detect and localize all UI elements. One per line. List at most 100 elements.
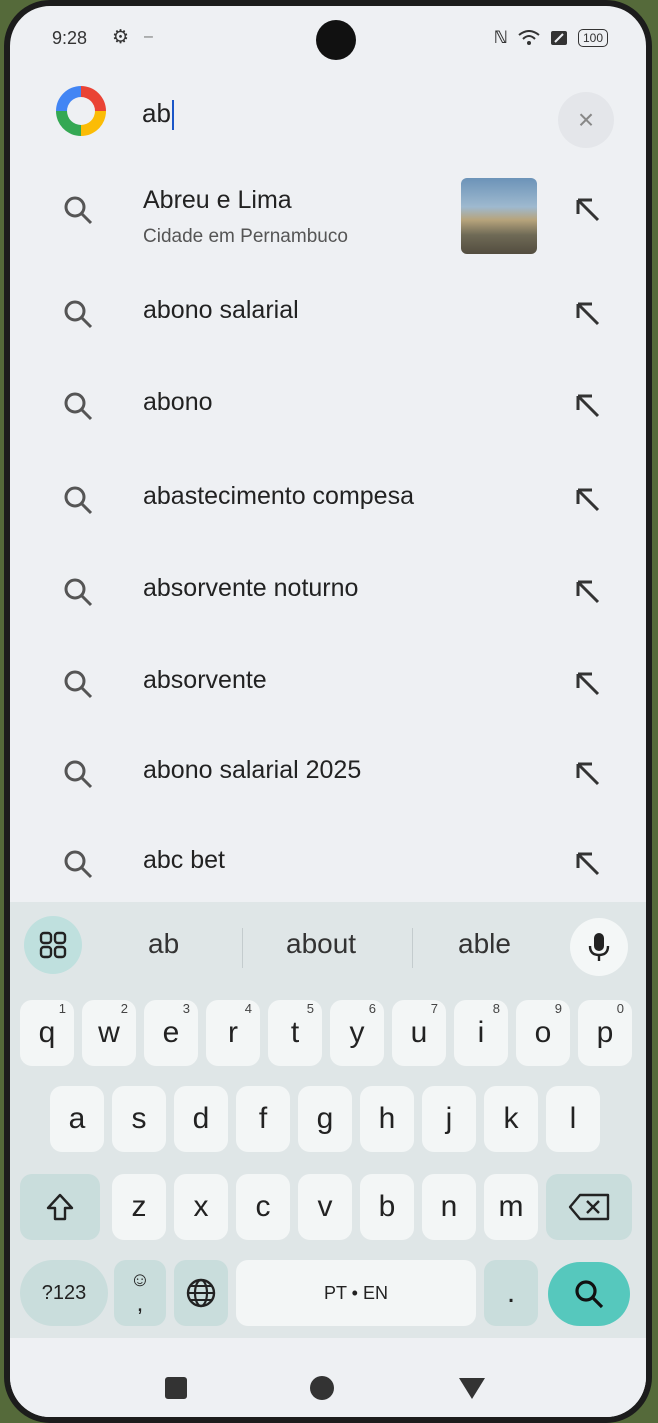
key-o[interactable]: o9 xyxy=(516,1000,570,1066)
search-icon xyxy=(64,850,93,879)
shift-key[interactable] xyxy=(20,1174,100,1240)
period-key[interactable]: . xyxy=(484,1260,538,1326)
fill-query-arrow-icon[interactable] xyxy=(570,756,604,790)
fill-query-arrow-icon[interactable] xyxy=(570,846,604,880)
search-bar: ab × xyxy=(10,80,646,150)
google-logo[interactable] xyxy=(56,86,106,136)
search-icon xyxy=(575,1280,604,1309)
key-q[interactable]: q1 xyxy=(20,1000,74,1066)
key-m[interactable]: m xyxy=(484,1174,538,1240)
key-g[interactable]: g xyxy=(298,1086,352,1152)
suggestion-label: Abreu e Lima xyxy=(143,186,292,214)
word-suggestion[interactable]: about xyxy=(286,928,356,960)
wifi-icon xyxy=(518,30,540,45)
fill-query-arrow-icon[interactable] xyxy=(570,388,604,422)
recents-icon xyxy=(165,1377,187,1399)
key-k[interactable]: k xyxy=(484,1086,538,1152)
key-s[interactable]: s xyxy=(112,1086,166,1152)
back-icon xyxy=(459,1378,485,1399)
home-icon xyxy=(310,1376,334,1400)
key-u[interactable]: u7 xyxy=(392,1000,446,1066)
search-icon xyxy=(64,670,93,699)
suggestion-sublabel: Cidade em Pernambuco xyxy=(143,226,348,247)
fill-query-arrow-icon[interactable] xyxy=(570,482,604,516)
emoji-icon: ☺ xyxy=(129,1269,151,1291)
fill-query-arrow-icon[interactable] xyxy=(570,666,604,700)
apps-grid-icon[interactable] xyxy=(24,916,82,974)
key-t[interactable]: t5 xyxy=(268,1000,322,1066)
suggestion-label: absorvente noturno xyxy=(143,574,359,602)
key-j[interactable]: j xyxy=(422,1086,476,1152)
suggestion-label: abono salarial xyxy=(143,296,299,324)
search-icon xyxy=(64,392,93,421)
key-b[interactable]: b xyxy=(360,1174,414,1240)
navigation-bar xyxy=(10,1338,646,1417)
suggestion-label: abc bet xyxy=(143,846,226,874)
status-bar: 9:28 ⚙ – ℕ 100 xyxy=(10,6,646,76)
microphone-icon[interactable] xyxy=(570,918,628,976)
sim-icon xyxy=(550,31,567,45)
key-d[interactable]: d xyxy=(174,1086,228,1152)
search-input[interactable]: ab xyxy=(142,98,174,131)
key-r[interactable]: r4 xyxy=(206,1000,260,1066)
clear-search-button[interactable]: × xyxy=(558,92,614,148)
suggestion-item[interactable]: abastecimento compesa xyxy=(10,456,646,542)
status-time: 9:28 xyxy=(52,28,88,48)
suggestion-item[interactable]: absorvente noturno xyxy=(10,548,646,634)
keyboard-suggestion-strip: ab about able xyxy=(10,902,646,988)
fill-query-arrow-icon[interactable] xyxy=(570,192,604,226)
suggestion-item[interactable]: absorvente xyxy=(10,640,646,726)
search-icon xyxy=(64,300,93,329)
key-y[interactable]: y6 xyxy=(330,1000,384,1066)
key-e[interactable]: e3 xyxy=(144,1000,198,1066)
suggestion-item[interactable]: Abreu e Lima Cidade em Pernambuco xyxy=(10,166,646,252)
suggestion-label: abono xyxy=(143,388,213,416)
divider xyxy=(412,928,413,968)
gear-icon: ⚙ xyxy=(112,27,130,48)
fill-query-arrow-icon[interactable] xyxy=(570,296,604,330)
comma-label: , xyxy=(136,1290,144,1317)
phone-screen: 9:28 ⚙ – ℕ 100 ab × Abreu e Lima Cidade … xyxy=(4,0,652,1423)
symbols-key[interactable]: ?123 xyxy=(20,1260,108,1326)
home-button[interactable] xyxy=(302,1368,342,1408)
suggestion-item[interactable]: abono salarial 2025 xyxy=(10,730,646,816)
suggestion-item[interactable]: abc bet xyxy=(10,820,646,906)
shift-icon xyxy=(46,1193,74,1221)
key-a[interactable]: a xyxy=(50,1086,104,1152)
key-n[interactable]: n xyxy=(422,1174,476,1240)
globe-icon xyxy=(186,1278,216,1308)
suggestion-label: abono salarial 2025 xyxy=(143,756,362,784)
key-f[interactable]: f xyxy=(236,1086,290,1152)
key-p[interactable]: p0 xyxy=(578,1000,632,1066)
suggestion-item[interactable]: abono salarial xyxy=(10,270,646,356)
key-i[interactable]: i8 xyxy=(454,1000,508,1066)
search-icon xyxy=(64,196,93,225)
back-button[interactable] xyxy=(452,1368,492,1408)
language-key[interactable] xyxy=(174,1260,228,1326)
space-key[interactable]: PT • EN xyxy=(236,1260,476,1326)
key-h[interactable]: h xyxy=(360,1086,414,1152)
close-icon: × xyxy=(577,104,595,135)
recents-button[interactable] xyxy=(156,1368,196,1408)
word-suggestion[interactable]: able xyxy=(458,928,511,960)
key-l[interactable]: l xyxy=(546,1086,600,1152)
search-enter-key[interactable] xyxy=(548,1262,630,1326)
key-c[interactable]: c xyxy=(236,1174,290,1240)
backspace-key[interactable] xyxy=(546,1174,632,1240)
search-query: ab xyxy=(142,98,171,128)
search-icon xyxy=(64,760,93,789)
dash-icon: – xyxy=(144,28,153,45)
front-camera xyxy=(316,20,356,60)
word-suggestion[interactable]: ab xyxy=(148,928,179,960)
nfc-icon: ℕ xyxy=(493,28,508,47)
text-cursor xyxy=(171,100,174,131)
fill-query-arrow-icon[interactable] xyxy=(570,574,604,608)
suggestion-item[interactable]: abono xyxy=(10,362,646,448)
key-w[interactable]: w2 xyxy=(82,1000,136,1066)
key-v[interactable]: v xyxy=(298,1174,352,1240)
emoji-comma-key[interactable]: ☺ , xyxy=(114,1260,166,1326)
backspace-icon xyxy=(568,1193,610,1221)
key-z[interactable]: z xyxy=(112,1174,166,1240)
keyboard: ab about able q1 w2 e3 r4 t5 y6 u7 i8 o9… xyxy=(10,902,646,1338)
key-x[interactable]: x xyxy=(174,1174,228,1240)
